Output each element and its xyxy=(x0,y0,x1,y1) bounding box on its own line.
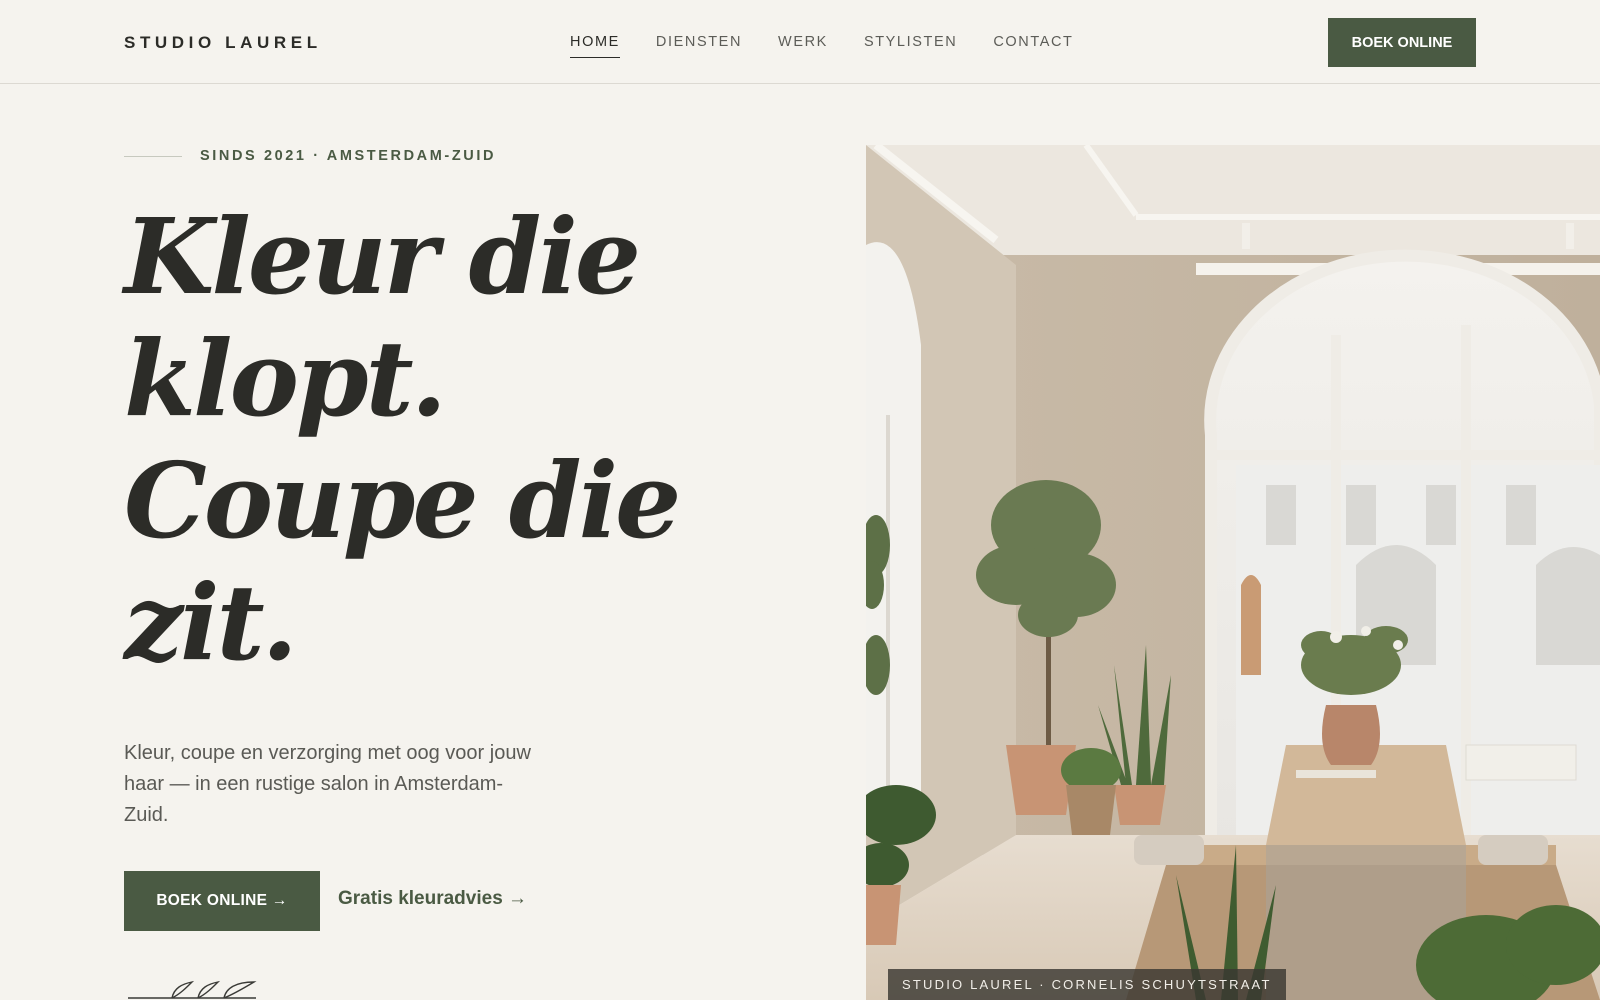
hero-headline: Kleur die klopt. Coupe die zit. xyxy=(124,196,724,684)
hero-book-online-button[interactable]: BOEK ONLINE → xyxy=(124,871,320,931)
site-logo[interactable]: STUDIO LAUREL xyxy=(124,33,322,53)
eyebrow-text: SINDS 2021 · AMSTERDAM-ZUID xyxy=(200,148,497,164)
eyebrow-divider xyxy=(124,155,182,157)
nav-item-stylisten[interactable]: STYLISTEN xyxy=(864,34,957,58)
leaf-sprig-icon xyxy=(126,976,258,1000)
headline-line-2: klopt. xyxy=(124,317,447,440)
headline-line-3: Coupe die xyxy=(124,439,681,562)
free-color-advice-link[interactable]: Gratis kleuradvies → xyxy=(338,888,527,910)
hero-eyebrow: SINDS 2021 · AMSTERDAM-ZUID xyxy=(124,148,496,164)
headline-line-4: zit. xyxy=(124,561,298,684)
salon-interior-image xyxy=(866,145,1600,1000)
nav-item-diensten[interactable]: DIENSTEN xyxy=(656,34,742,58)
site-header: STUDIO LAUREL HOME DIENSTEN WERK STYLIST… xyxy=(0,0,1600,84)
nav-item-werk[interactable]: WERK xyxy=(778,34,828,58)
main-nav: HOME DIENSTEN WERK STYLISTEN CONTACT xyxy=(570,34,1110,58)
hero-lead-text: Kleur, coupe en verzorging met oog voor … xyxy=(124,742,531,826)
headline-line-1: Kleur die xyxy=(124,195,641,318)
nav-item-home[interactable]: HOME xyxy=(570,34,620,58)
image-caption: STUDIO LAUREL · CORNELIS SCHUYTSTRAAT xyxy=(888,969,1286,1000)
header-book-online-button[interactable]: BOEK ONLINE xyxy=(1328,18,1476,67)
nav-item-contact[interactable]: CONTACT xyxy=(993,34,1073,58)
